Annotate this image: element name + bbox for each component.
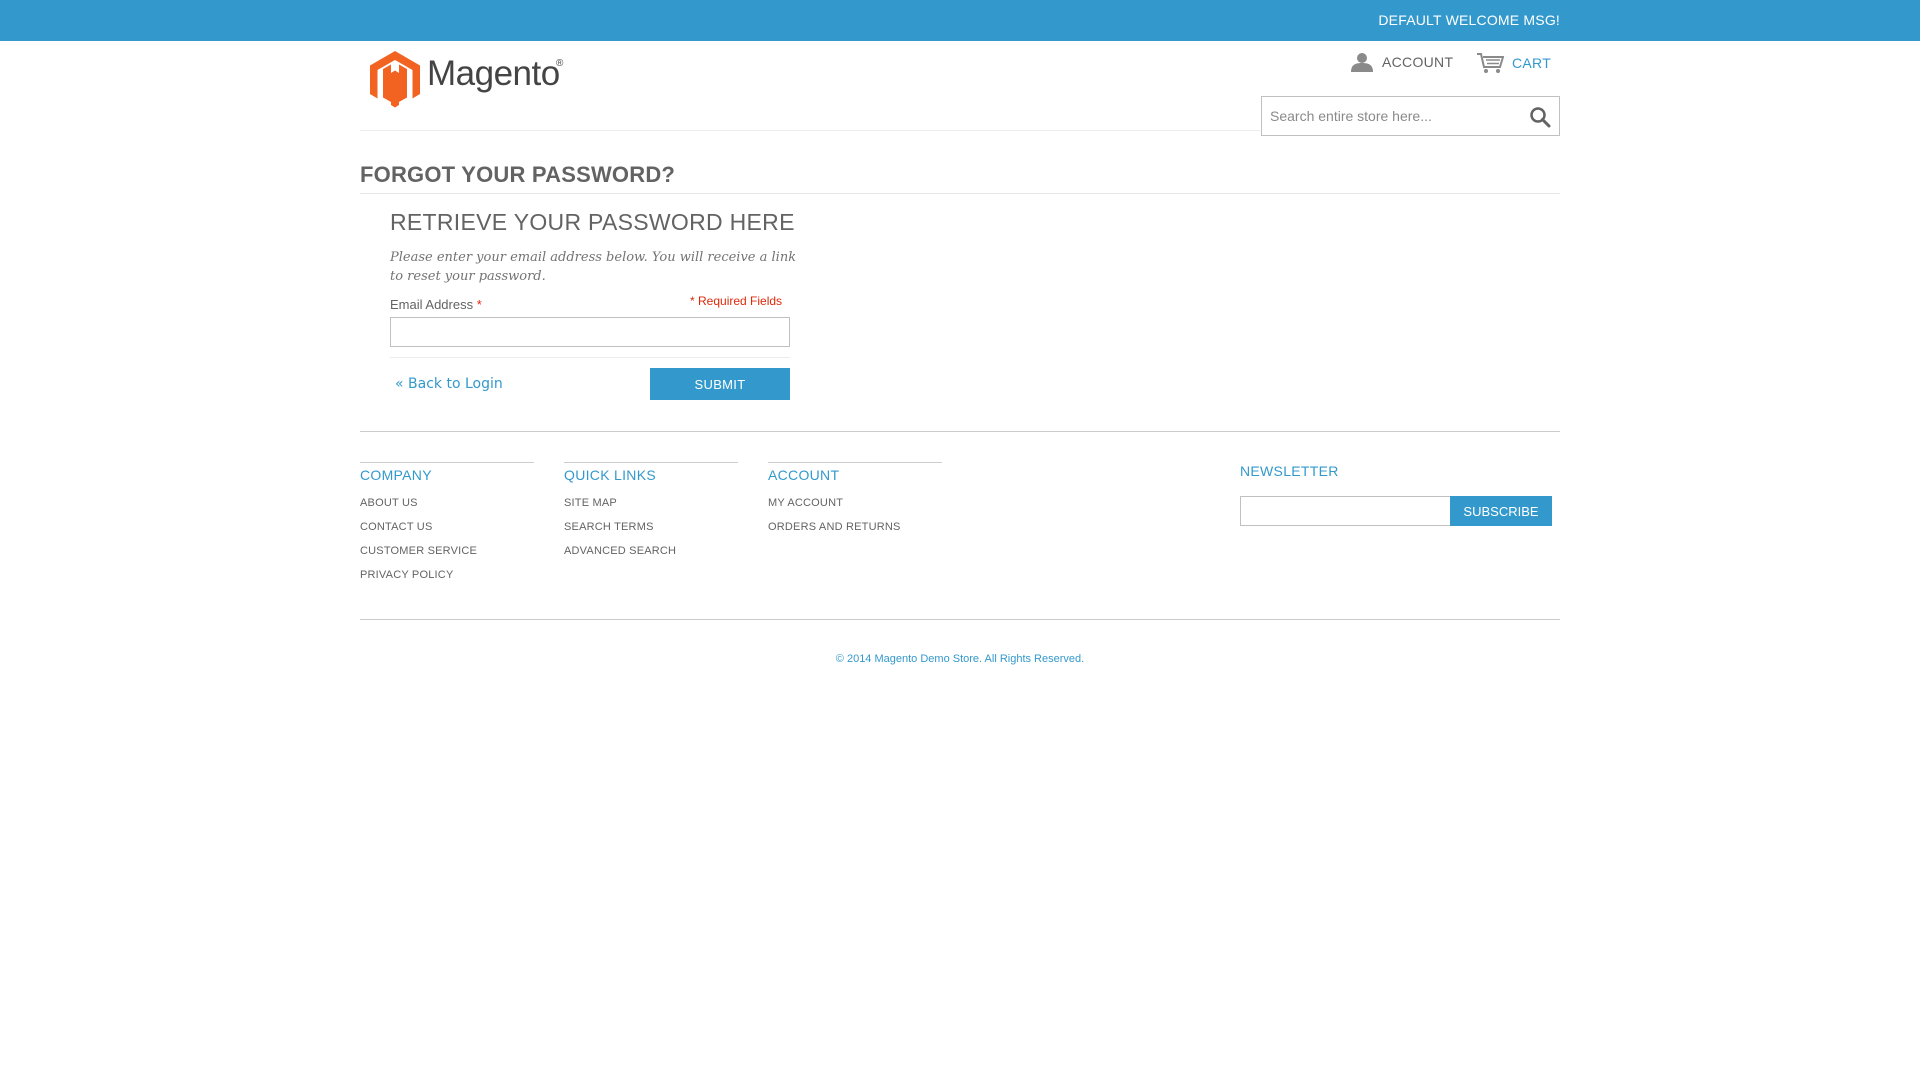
footer-link-about-us[interactable]: ABOUT US <box>360 497 534 521</box>
footer-link-advanced-search[interactable]: ADVANCED SEARCH <box>564 545 738 569</box>
email-label: Email Address * <box>390 297 482 312</box>
newsletter-email-input[interactable] <box>1240 496 1451 526</box>
footer-link-my-account[interactable]: MY ACCOUNT <box>768 497 942 521</box>
footer-link-privacy-policy[interactable]: PRIVACY POLICY <box>360 569 534 593</box>
top-bar: DEFAULT WELCOME MSG! <box>0 0 1920 41</box>
required-star: * <box>476 297 482 312</box>
footer-divider-bottom <box>360 619 1560 620</box>
footer-column-title: ACCOUNT <box>768 467 840 483</box>
search-form <box>1261 96 1560 136</box>
footer-link-site-map[interactable]: SITE MAP <box>564 497 738 521</box>
back-to-login-link[interactable]: « Back to Login <box>395 376 503 392</box>
footer-link-contact-us[interactable]: CONTACT US <box>360 521 534 545</box>
submit-button[interactable]: SUBMIT <box>650 368 790 400</box>
logo-text: Magento <box>427 54 560 93</box>
search-icon[interactable] <box>1529 106 1551 128</box>
column-rule <box>360 462 534 463</box>
required-note-text: Required Fields <box>698 294 783 308</box>
footer-column-title: COMPANY <box>360 467 432 483</box>
footer-column-quick-links: QUICK LINKS SITE MAP SEARCH TERMS ADVANC… <box>564 462 738 569</box>
header-divider <box>360 130 1260 131</box>
page-title: FORGOT YOUR PASSWORD? <box>360 162 676 187</box>
footer-column-company: COMPANY ABOUT US CONTACT US CUSTOMER SER… <box>360 462 534 593</box>
copyright-text: © 2014 Magento Demo Store. All Rights Re… <box>835 653 1085 665</box>
footer-link-orders-and-returns[interactable]: ORDERS AND RETURNS <box>768 521 942 545</box>
welcome-message: DEFAULT WELCOME MSG! <box>1378 12 1560 28</box>
required-fields-note: * Required Fields <box>690 294 782 308</box>
title-divider <box>360 193 1560 194</box>
magento-logo[interactable]: Magento ® <box>369 50 569 108</box>
footer-column-title: QUICK LINKS <box>564 467 656 483</box>
footer-link-customer-service[interactable]: CUSTOMER SERVICE <box>360 545 534 569</box>
section-title: RETRIEVE YOUR PASSWORD HERE <box>390 209 795 235</box>
cart-link[interactable]: CART <box>1476 52 1551 74</box>
cart-label: CART <box>1512 55 1552 71</box>
footer-column-account: ACCOUNT MY ACCOUNT ORDERS AND RETURNS <box>768 462 942 545</box>
email-field[interactable] <box>390 317 790 347</box>
intro-text: Please enter your email address below. Y… <box>390 250 797 284</box>
magento-logo-icon <box>370 51 420 108</box>
footer-link-search-terms[interactable]: SEARCH TERMS <box>564 521 738 545</box>
subscribe-button[interactable]: SUBSCRIBE <box>1450 496 1552 526</box>
column-rule <box>564 462 738 463</box>
account-link[interactable]: ACCOUNT <box>1350 52 1453 72</box>
form-divider <box>390 357 790 358</box>
footer-divider-top <box>360 431 1560 432</box>
email-label-text: Email Address <box>390 297 474 312</box>
logo-registered-mark: ® <box>556 58 564 69</box>
account-label: ACCOUNT <box>1382 54 1454 70</box>
search-input[interactable] <box>1262 97 1522 135</box>
cart-icon <box>1477 53 1504 73</box>
column-rule <box>768 462 942 463</box>
newsletter-title: NEWSLETTER <box>1240 463 1339 479</box>
required-note-star: * <box>690 294 695 308</box>
person-icon <box>1351 53 1373 72</box>
